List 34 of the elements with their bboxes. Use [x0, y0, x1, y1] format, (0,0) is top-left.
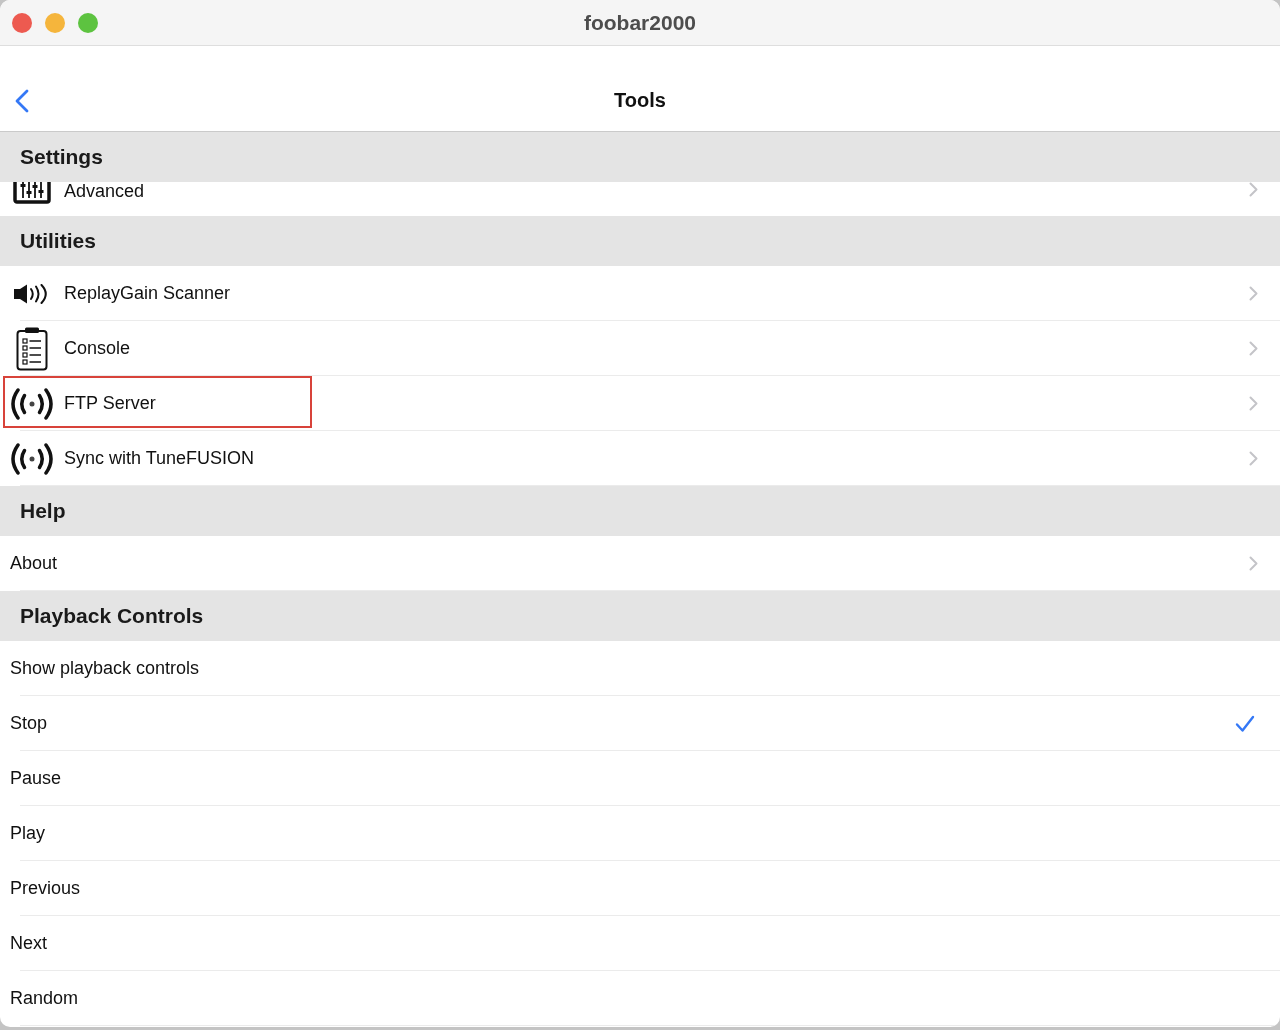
speaker-icon: [14, 283, 50, 304]
chevron-right-icon: [1249, 556, 1258, 571]
page-title: Tools: [614, 89, 666, 112]
zoom-button[interactable]: [78, 12, 98, 33]
section-header: Utilities: [0, 216, 1280, 266]
chevron-right-icon: [1249, 451, 1258, 466]
section-header: Playback Controls: [0, 591, 1280, 641]
option-row[interactable]: Next: [0, 916, 1280, 971]
broadcast-icon: [10, 442, 54, 475]
chevron-right-icon: [1249, 396, 1258, 411]
list-item[interactable]: FTP Server: [0, 376, 1280, 431]
chevron-left-icon[interactable]: [15, 88, 29, 113]
section-header: Settings: [0, 132, 1280, 182]
option-row[interactable]: Stop: [0, 696, 1280, 751]
broadcast-icon: [10, 387, 54, 420]
chevron-right-icon: [1249, 286, 1258, 301]
list-item[interactable]: ReplayGain Scanner: [0, 266, 1280, 321]
clipboard-list-icon: [16, 326, 48, 371]
option-row[interactable]: Play: [0, 806, 1280, 861]
window-title: foobar2000: [583, 10, 696, 35]
list-item[interactable]: Advanced: [0, 182, 1280, 216]
caption-text: Show playback controls: [10, 658, 200, 679]
minimize-button[interactable]: [45, 12, 65, 33]
option-row[interactable]: Pause: [0, 751, 1280, 806]
close-button[interactable]: [12, 12, 32, 33]
sliders-icon: [13, 182, 51, 204]
list-item[interactable]: About: [0, 536, 1280, 591]
list-item[interactable]: Console: [0, 321, 1280, 376]
option-row[interactable]: Random: [0, 971, 1280, 1026]
chevron-right-icon: [1249, 341, 1258, 356]
option-row[interactable]: Previous: [0, 861, 1280, 916]
section-header: Help: [0, 486, 1280, 536]
list-item[interactable]: Sync with TuneFUSION: [0, 431, 1280, 486]
chevron-right-icon: [1249, 182, 1258, 197]
